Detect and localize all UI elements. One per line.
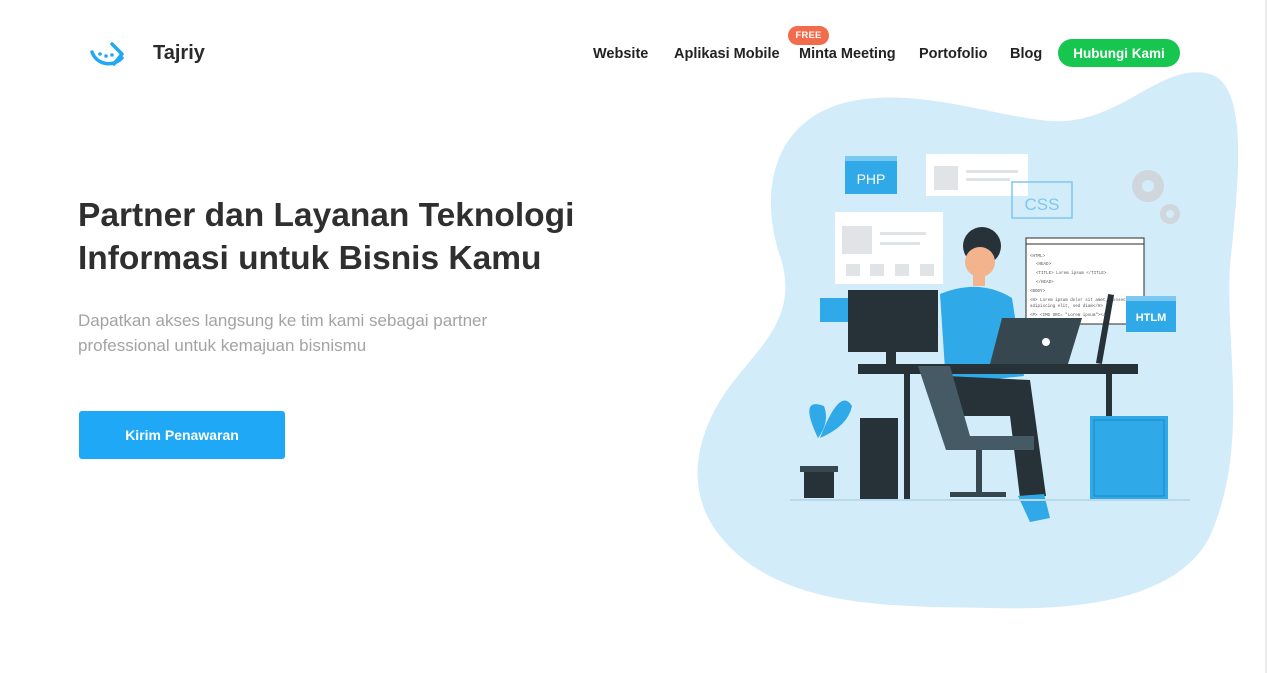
nav-aplikasi-mobile[interactable]: Aplikasi Mobile	[674, 46, 780, 62]
kirim-penawaran-button[interactable]: Kirim Penawaran	[79, 411, 285, 459]
hero-subtitle: Dapatkan akses langsung ke tim kami seba…	[78, 311, 488, 355]
hero-title: Partner dan Layanan Teknologi Informasi …	[78, 197, 575, 277]
brand-name[interactable]: Tajriy	[153, 42, 205, 65]
css-label: CSS	[1025, 195, 1060, 214]
html-card: HTLM	[1126, 296, 1176, 332]
svg-text:<HTML>: <HTML>	[1030, 254, 1046, 259]
svg-text:</HEAD>: </HEAD>	[1036, 280, 1054, 285]
svg-text:<TITLE> Lorem ipsum </TITLE>: <TITLE> Lorem ipsum </TITLE>	[1036, 271, 1107, 276]
cpu-tower-right	[1090, 416, 1168, 500]
php-card: PHP	[845, 156, 897, 194]
nav-website[interactable]: Website	[593, 46, 648, 62]
cpu-tower-left	[860, 418, 898, 500]
svg-text:<P> <IMG SRC= "Lorem ipsum"></: <P> <IMG SRC= "Lorem ipsum"></P>	[1030, 313, 1111, 318]
nav-blog[interactable]: Blog	[1010, 46, 1042, 62]
hero-illustration: PHP CSS <HTML> <HEAD> <TITLE> Lorem ipsu…	[697, 72, 1239, 609]
tajriy-logo-icon	[90, 42, 124, 66]
nav-portofolio[interactable]: Portofolio	[919, 46, 987, 62]
logo[interactable]	[86, 38, 128, 72]
html-label: HTLM	[1136, 312, 1167, 324]
svg-text:<BODY>: <BODY>	[1030, 289, 1046, 294]
hubungi-kami-button[interactable]: Hubungi Kami	[1058, 39, 1180, 67]
laptop	[990, 318, 1082, 364]
nav-minta-meeting[interactable]: Minta Meeting	[799, 46, 896, 62]
browser-card-left	[835, 212, 943, 284]
php-label: PHP	[857, 171, 886, 187]
svg-text:<HEAD>: <HEAD>	[1036, 262, 1052, 267]
free-badge: FREE	[788, 26, 829, 45]
svg-text:adipiscing elit, sed diam</H>: adipiscing elit, sed diam</H>	[1030, 304, 1103, 309]
svg-text:<H> Lorem ipsum dolor sit amet: <H> Lorem ipsum dolor sit amet, consecte…	[1030, 298, 1139, 303]
